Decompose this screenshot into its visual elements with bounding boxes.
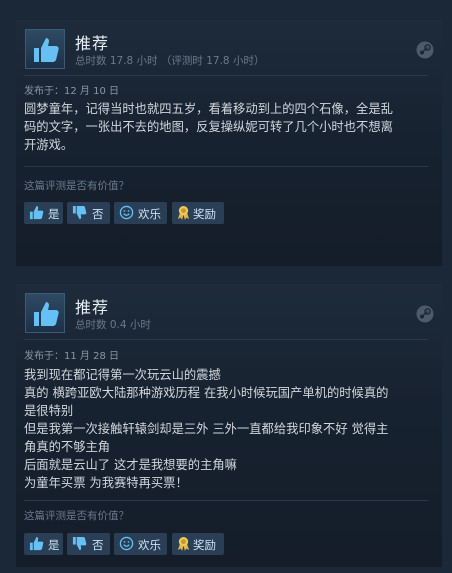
steam-icon	[416, 41, 434, 63]
vote-funny-label: 欢乐	[138, 538, 161, 552]
divider	[24, 339, 428, 340]
playtime-hours: 总时数 17.8 小时 （评测时 17.8 小时）	[75, 55, 265, 67]
review-text: 圆梦童年，记得当时也就四五岁，看着移动到上的四个石像，全是乱 码的文字，一张出不…	[24, 100, 434, 154]
thumbs-down-icon	[72, 205, 87, 220]
vote-funny-label: 欢乐	[138, 207, 161, 221]
award-button[interactable]: 奖励	[172, 533, 224, 555]
vote-yes-label: 是	[48, 538, 60, 552]
recommendation-label: 推荐	[75, 298, 110, 317]
smiley-icon	[119, 205, 134, 220]
posted-date: 发布于：11 月 28 日	[24, 351, 119, 362]
divider	[24, 500, 428, 501]
vote-no-button[interactable]: 否	[67, 202, 110, 224]
divider	[24, 166, 428, 167]
helpful-question: 这篇评测是否有价值？	[24, 510, 129, 522]
vote-yes-label: 是	[48, 207, 60, 221]
award-label: 奖励	[193, 538, 216, 552]
thumbs-down-icon	[72, 536, 87, 551]
divider	[24, 75, 428, 76]
vote-funny-button[interactable]: 欢乐	[114, 202, 167, 224]
review-line: 角真的不够主角	[24, 440, 111, 454]
review-line: 圆梦童年，记得当时也就四五岁，看着移动到上的四个石像，全是乱	[24, 102, 393, 116]
review-line: 码的文字，一张出不去的地图，反复操纵妮可转了几个小时也不想离	[24, 120, 393, 134]
review-line: 我到现在都记得第一次玩云山的震撼	[24, 368, 221, 382]
smiley-icon	[119, 536, 134, 551]
award-button[interactable]: 奖励	[172, 202, 224, 224]
vote-no-button[interactable]: 否	[67, 533, 110, 555]
thumbs-up-icon	[29, 536, 44, 551]
recommend-thumb-icon	[25, 293, 65, 333]
review-card: 推荐 总时数 0.4 小时 发布于：11 月 28 日 我到现在都记得第一次玩云…	[16, 284, 442, 567]
review-card: 推荐 总时数 17.8 小时 （评测时 17.8 小时） 发布于：12 月 10…	[16, 20, 442, 266]
recommend-thumb-icon	[25, 29, 65, 69]
vote-no-label: 否	[92, 207, 104, 221]
vote-yes-button[interactable]: 是	[24, 533, 63, 555]
posted-date: 发布于：12 月 10 日	[24, 86, 119, 97]
award-icon	[177, 537, 190, 551]
vote-yes-button[interactable]: 是	[24, 202, 63, 224]
helpful-question: 这篇评测是否有价值？	[24, 180, 129, 192]
review-line: 开游戏。	[24, 138, 74, 152]
review-line: 为童年买票 为我赛特再买票！	[24, 476, 188, 490]
review-line: 后面就是云山了 这才是我想要的主角嘛	[24, 458, 237, 472]
reviews-page: 推荐 总时数 17.8 小时 （评测时 17.8 小时） 发布于：12 月 10…	[0, 0, 452, 573]
review-header: 推荐 总时数 0.4 小时	[24, 293, 434, 337]
recommendation-label: 推荐	[75, 34, 110, 53]
award-icon	[177, 206, 190, 220]
vote-no-label: 否	[92, 538, 104, 552]
review-line: 是很特别	[24, 404, 74, 418]
steam-icon	[416, 305, 434, 327]
review-text: 我到现在都记得第一次玩云山的震撼 真的 横跨亚欧大陆那种游戏历程 在我小时候玩国…	[24, 366, 434, 492]
vote-funny-button[interactable]: 欢乐	[114, 533, 167, 555]
playtime-hours: 总时数 0.4 小时	[75, 319, 151, 331]
review-line: 但是我第一次接触轩辕剑却是三外 三外一直都给我印象不好 觉得主	[24, 422, 389, 436]
thumbs-up-icon	[29, 205, 44, 220]
award-label: 奖励	[193, 207, 216, 221]
review-line: 真的 横跨亚欧大陆那种游戏历程 在我小时候玩国产单机的时候真的	[24, 386, 389, 400]
review-header: 推荐 总时数 17.8 小时 （评测时 17.8 小时）	[24, 29, 434, 73]
